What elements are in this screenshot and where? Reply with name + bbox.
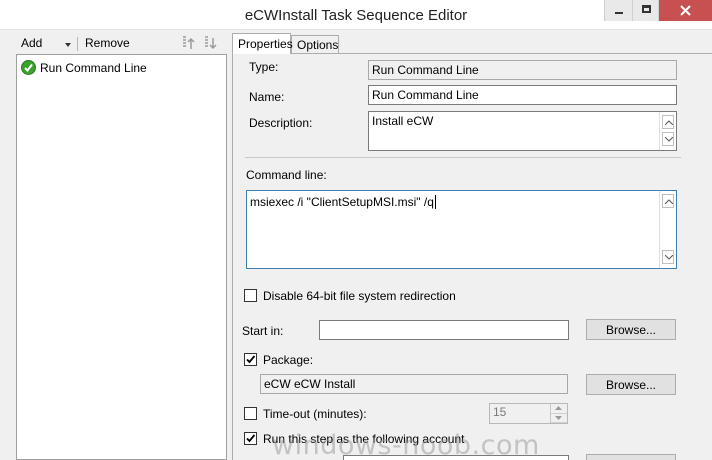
description-label: Description: <box>249 116 313 130</box>
spin-down-button <box>551 414 567 423</box>
scroll-up-button[interactable] <box>662 194 674 208</box>
add-dropdown-icon[interactable] <box>65 43 71 47</box>
spin-up-button <box>551 404 567 414</box>
tree-item-label: Run Command Line <box>40 60 147 75</box>
sequence-toolbar: Add Remove <box>16 34 227 54</box>
description-input[interactable]: Install eCW <box>368 111 677 151</box>
add-menu-button[interactable]: Add <box>21 36 42 50</box>
checkmark-icon <box>246 434 256 443</box>
description-scrollbar[interactable] <box>659 112 676 150</box>
checkmark-icon <box>246 355 256 364</box>
close-button[interactable] <box>659 0 712 21</box>
properties-panel: Type: Run Command Line Name: Run Command… <box>232 53 712 460</box>
scroll-down-button[interactable] <box>662 132 674 146</box>
chevron-up-icon <box>665 120 673 125</box>
maximize-icon <box>642 5 651 13</box>
success-check-icon <box>21 60 36 75</box>
chevron-down-icon <box>665 137 673 142</box>
description-text: Install eCW <box>372 114 434 128</box>
disable-64bit-label: Disable 64-bit file system redirection <box>263 289 456 303</box>
scroll-up-button[interactable] <box>662 115 674 129</box>
run-as-account-checkbox[interactable] <box>244 432 257 445</box>
name-label: Name: <box>249 90 285 104</box>
minimize-button[interactable] <box>604 0 632 21</box>
type-label: Type: <box>249 60 279 74</box>
task-sequence-tree[interactable]: Run Command Line <box>16 54 227 460</box>
disable-64bit-checkbox[interactable] <box>244 289 257 302</box>
timeout-value: 15 <box>493 405 507 419</box>
timeout-spin-buttons <box>550 404 567 423</box>
start-in-browse-button[interactable]: Browse... <box>586 319 676 340</box>
package-label: Package: <box>263 353 314 367</box>
text-cursor <box>434 195 436 209</box>
scroll-down-button[interactable] <box>662 250 674 264</box>
timeout-spinner: 15 <box>489 403 568 424</box>
type-field: Run Command Line <box>368 60 677 80</box>
package-checkbox[interactable] <box>244 353 257 366</box>
timeout-label: Time-out (minutes): <box>263 407 367 421</box>
title-bar: eCWInstall Task Sequence Editor <box>0 0 712 30</box>
remove-button[interactable]: Remove <box>85 36 130 50</box>
section-divider <box>245 157 681 158</box>
tree-item-run-command-line[interactable]: Run Command Line <box>21 59 147 76</box>
command-line-label: Command line: <box>246 168 327 182</box>
close-icon <box>680 5 691 16</box>
command-line-scrollbar[interactable] <box>659 191 676 268</box>
maximize-button[interactable] <box>632 0 659 21</box>
chevron-down-icon <box>665 255 673 260</box>
tab-options[interactable]: Options <box>291 35 339 53</box>
chevron-down-icon <box>555 415 562 420</box>
tab-properties[interactable]: Properties <box>232 33 293 54</box>
account-set-button[interactable] <box>586 454 676 460</box>
watermark: windows-noob.com <box>272 430 540 460</box>
timeout-checkbox[interactable] <box>244 407 257 420</box>
task-sequence-pane: Add Remove Run Command Line <box>16 34 227 460</box>
package-field: eCW eCW Install <box>260 374 568 394</box>
name-input[interactable]: Run Command Line <box>368 85 677 105</box>
chevron-up-icon <box>665 199 673 204</box>
minimize-icon <box>615 12 623 14</box>
package-browse-button[interactable]: Browse... <box>586 374 676 395</box>
chevron-up-icon <box>555 406 562 410</box>
move-up-icon[interactable] <box>180 35 196 51</box>
command-line-text: msiexec /i "ClientSetupMSI.msi" /q <box>250 195 434 209</box>
start-in-input[interactable] <box>319 320 569 340</box>
move-down-icon[interactable] <box>202 35 218 51</box>
start-in-label: Start in: <box>242 324 284 338</box>
command-line-input[interactable]: msiexec /i "ClientSetupMSI.msi" /q <box>246 190 677 269</box>
toolbar-separator <box>77 37 78 51</box>
